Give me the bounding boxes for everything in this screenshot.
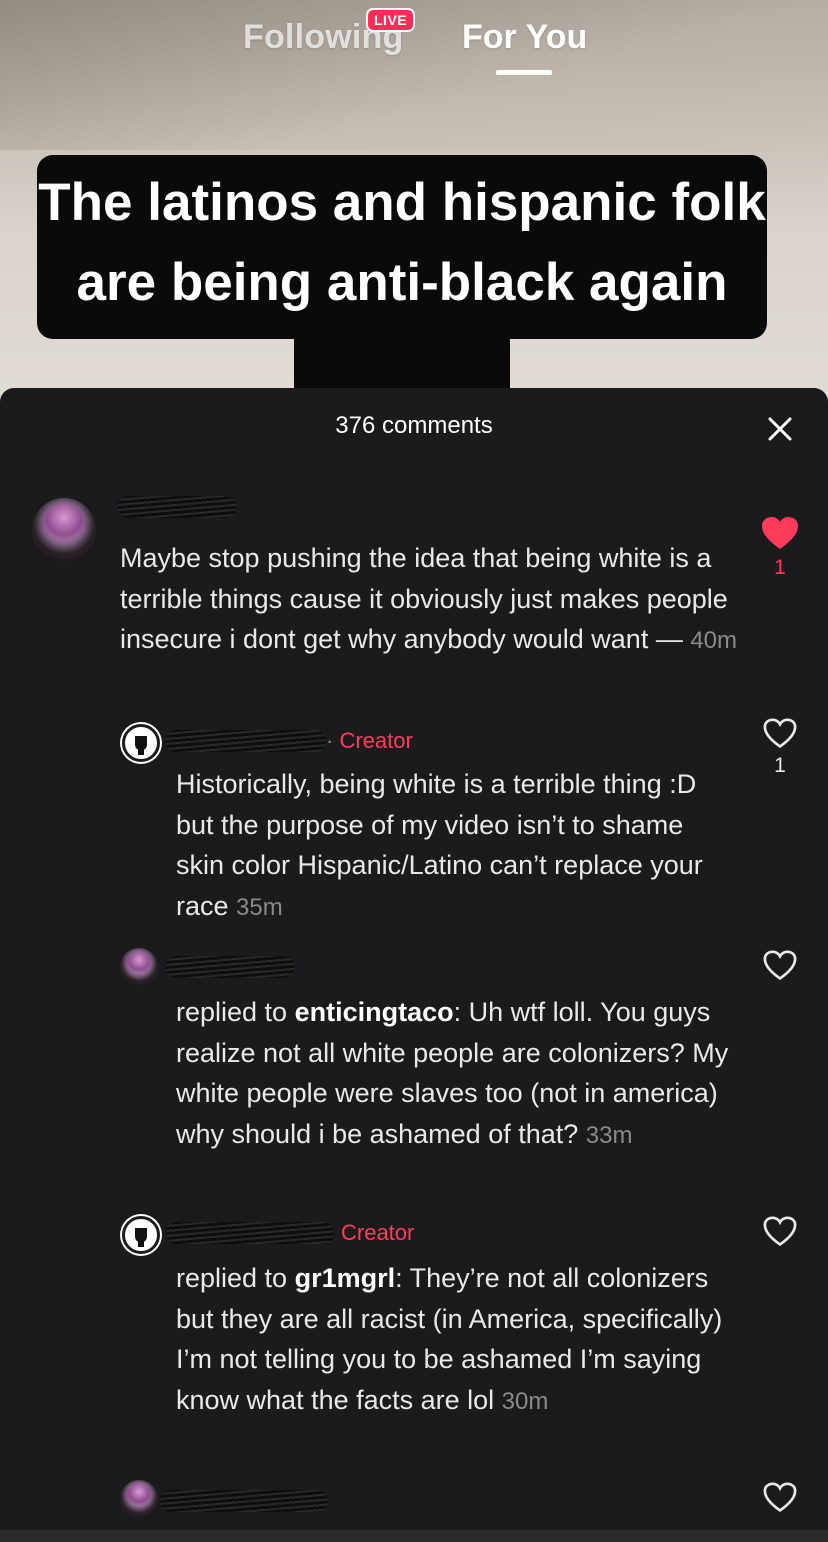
comment-text: replied to gr1mgrl: They’re not all colo… bbox=[176, 1263, 723, 1415]
heart-outline-icon[interactable] bbox=[760, 950, 800, 982]
username-redacted[interactable] bbox=[160, 1490, 328, 1512]
avatar[interactable] bbox=[120, 1480, 158, 1518]
comment-timestamp: 35m bbox=[236, 893, 283, 921]
tab-for-you[interactable]: For You bbox=[462, 18, 587, 57]
comment-text: replied to enticingtaco: Uh wtf loll. Yo… bbox=[176, 997, 729, 1149]
mention-link[interactable]: gr1mgrl bbox=[295, 1263, 396, 1293]
like-count: 1 bbox=[774, 754, 786, 777]
heart-filled-icon[interactable] bbox=[760, 516, 800, 552]
live-badge[interactable]: LIVE bbox=[366, 8, 416, 32]
creator-tag: Creator bbox=[341, 1220, 415, 1245]
heart-outline-icon[interactable] bbox=[760, 1216, 800, 1248]
comment-item: Maybe stop pushing the idea that being w… bbox=[0, 488, 828, 698]
creator-tag: · Creator bbox=[326, 728, 413, 753]
bottom-edge bbox=[0, 1530, 828, 1542]
comment-text: Historically, being white is a terrible … bbox=[176, 769, 703, 921]
video-caption-text: The latinos and hispanic folk are being … bbox=[38, 173, 766, 312]
reply-item: · Creator Historically, being white is a… bbox=[0, 718, 828, 921]
comments-sheet: 376 comments Maybe stop pushing the idea… bbox=[0, 388, 828, 1542]
raised-fist-icon bbox=[135, 736, 147, 755]
like-count: 1 bbox=[774, 556, 786, 579]
top-nav: Following LIVE For You bbox=[0, 8, 828, 84]
username-redacted[interactable] bbox=[166, 956, 294, 978]
reply-item bbox=[0, 1476, 828, 1536]
creator-avatar[interactable] bbox=[122, 1216, 160, 1254]
video-player[interactable]: Following LIVE For You The latinos and h… bbox=[0, 0, 828, 420]
username-redacted[interactable] bbox=[166, 1222, 334, 1244]
reply-item: Creator replied to gr1mgrl: They’re not … bbox=[0, 1210, 828, 1460]
comment-timestamp: 40m bbox=[690, 627, 738, 654]
comment-timestamp: 33m bbox=[585, 1121, 633, 1149]
reply-item: replied to enticingtaco: Uh wtf loll. Yo… bbox=[0, 944, 828, 1194]
active-tab-indicator bbox=[496, 70, 552, 75]
username-redacted[interactable] bbox=[166, 730, 326, 752]
close-icon[interactable] bbox=[763, 412, 797, 446]
mention-link[interactable]: enticingtaco bbox=[295, 997, 454, 1027]
raised-fist-icon bbox=[135, 1228, 147, 1247]
heart-outline-icon[interactable] bbox=[760, 718, 800, 750]
creator-avatar[interactable] bbox=[122, 724, 160, 762]
heart-outline-icon[interactable] bbox=[760, 1482, 800, 1514]
username-redacted[interactable] bbox=[118, 496, 236, 518]
comment-text: Maybe stop pushing the idea that being w… bbox=[120, 543, 738, 654]
comments-count-title: 376 comments bbox=[335, 412, 493, 439]
avatar[interactable] bbox=[32, 498, 96, 562]
avatar[interactable] bbox=[120, 948, 158, 986]
comment-timestamp: 30m bbox=[501, 1387, 549, 1415]
